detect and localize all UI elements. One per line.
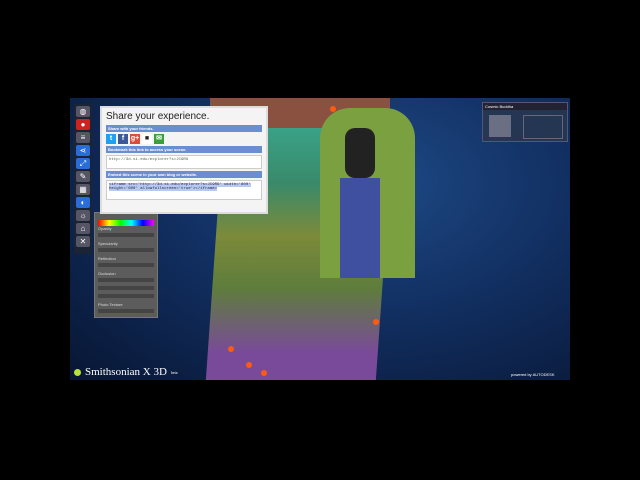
logo-text: Smithsonian X 3D [85,366,167,378]
view-buttons[interactable] [523,115,563,139]
location-pin-icon[interactable]: ● [76,119,90,130]
specularity-slider[interactable] [98,248,154,252]
embed-code-field[interactable]: <iframe src='http://3d.si.edu/explorer?s… [106,180,262,200]
reflection-label: Reflection [98,256,116,261]
model-dark [345,128,375,178]
occlusion-label: Occlusion [98,271,116,276]
pencil-icon[interactable]: ✎ [76,171,90,182]
logo-dot-icon [74,368,81,376]
embed-code: <iframe src='http://3d.si.edu/explorer?s… [109,183,251,191]
photo-texture-label: Photo Texture [98,302,123,307]
opacity-label: Opacity [98,226,112,231]
material-panel: Opacity Specularity Reflection Occlusion… [94,212,158,318]
network-icon[interactable]: ✕ [76,236,90,247]
left-toolbar: ◍ ● ≡ ⋖ ⤢ ✎ ▦ ◐ ☼ ⌂ ✕ [74,104,92,254]
occlusion-slider[interactable] [98,294,154,298]
opacity-slider[interactable] [98,233,154,237]
globe-icon[interactable]: ◍ [76,106,90,117]
view-cube[interactable] [489,115,511,137]
delicious-icon[interactable]: ■ [142,134,152,144]
layout-icon[interactable]: ▦ [76,184,90,195]
fullscreen-icon[interactable]: ⤢ [76,158,90,169]
light-icon[interactable]: ☼ [76,210,90,221]
twitter-icon[interactable]: t [106,134,116,144]
bookmark-url-field[interactable]: http://3d.si.edu/explorer?s=JC9RG [106,155,262,169]
beta-label: beta [170,369,178,375]
scene-title: Cosmic Buddha [483,103,567,110]
email-icon[interactable]: ✉ [154,134,164,144]
share-icon[interactable]: ⋖ [76,145,90,156]
reflection-slider[interactable] [98,263,154,267]
occlusion-slider[interactable] [98,286,154,290]
occlusion-slider[interactable] [98,278,154,282]
specularity-label: Specularity [98,241,118,246]
annotation-pin[interactable] [246,362,252,368]
dialog-title: Share your experience. [106,111,210,122]
smithsonian-logo: Smithsonian X 3D beta [74,366,178,378]
annotation-pin[interactable] [228,346,234,352]
document-icon[interactable]: ≡ [76,132,90,143]
share-dialog: Share your experience. Share with your f… [100,106,268,214]
annotation-pin[interactable] [373,319,379,325]
embed-label: Embed this scene in your own blog or web… [106,171,262,178]
facebook-icon[interactable]: f [118,134,128,144]
annotation-pin[interactable] [330,106,336,112]
google-plus-icon[interactable]: g+ [130,134,140,144]
annotation-pin[interactable] [261,370,267,376]
autodesk-credit: powered by AUTODESK [511,372,555,377]
model-band [340,178,380,278]
material-icon[interactable]: ◐ [76,197,90,208]
photo-texture-slider[interactable] [98,309,154,313]
friends-label: Share with your friends. [106,125,262,132]
scene-icon[interactable]: ⌂ [76,223,90,234]
navigation-widget: Cosmic Buddha [482,102,568,142]
bookmark-label: Bookmark this link to access your scene. [106,146,262,153]
